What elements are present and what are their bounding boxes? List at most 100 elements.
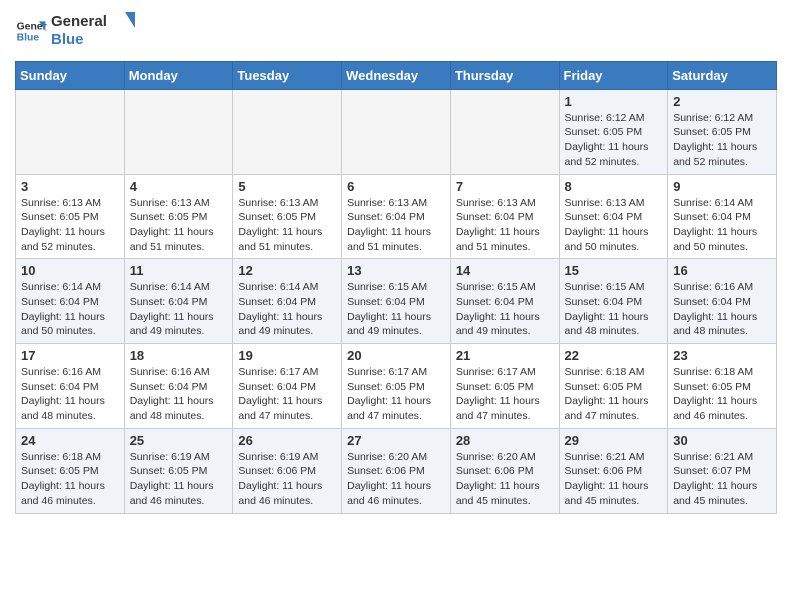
calendar-cell: 22 Sunrise: 6:18 AM Sunset: 6:05 PM Dayli…	[559, 344, 668, 429]
svg-text:Blue: Blue	[51, 31, 84, 48]
day-info: Sunrise: 6:19 AM Sunset: 6:06 PM Dayligh…	[238, 450, 336, 509]
day-info: Sunrise: 6:21 AM Sunset: 6:06 PM Dayligh…	[565, 450, 663, 509]
calendar-cell: 10Sunrise: 6:14 AM Sunset: 6:04 PM Dayli…	[16, 259, 125, 344]
day-info: Sunrise: 6:13 AM Sunset: 6:04 PM Dayligh…	[347, 196, 445, 255]
calendar-cell: 3 Sunrise: 6:13 AM Sunset: 6:05 PM Daylig…	[16, 174, 125, 259]
calendar-cell: 8 Sunrise: 6:13 AM Sunset: 6:04 PM Daylig…	[559, 174, 668, 259]
calendar-cell: 30 Sunrise: 6:21 AM Sunset: 6:07 PM Dayli…	[668, 428, 777, 513]
day-number: 22	[565, 348, 663, 363]
day-info: Sunrise: 6:18 AM Sunset: 6:05 PM Dayligh…	[565, 365, 663, 424]
day-number: 23	[673, 348, 771, 363]
day-number: 15	[565, 263, 663, 278]
calendar-day-header: Monday	[124, 61, 233, 89]
header: General Blue General Blue	[15, 10, 777, 53]
calendar-cell	[342, 89, 451, 174]
day-number: 20	[347, 348, 445, 363]
day-number: 5	[238, 179, 336, 194]
day-info: Sunrise: 6:16 AM Sunset: 6:04 PM Dayligh…	[130, 365, 228, 424]
calendar-week-row: 24 Sunrise: 6:18 AM Sunset: 6:05 PM Dayli…	[16, 428, 777, 513]
day-number: 3	[21, 179, 119, 194]
logo-text: General Blue	[51, 10, 141, 53]
calendar-cell: 18 Sunrise: 6:16 AM Sunset: 6:04 PM Dayli…	[124, 344, 233, 429]
calendar-week-row: 17 Sunrise: 6:16 AM Sunset: 6:04 PM Dayli…	[16, 344, 777, 429]
day-number: 18	[130, 348, 228, 363]
calendar-cell: 16 Sunrise: 6:16 AM Sunset: 6:04 PM Dayli…	[668, 259, 777, 344]
day-number: 12	[238, 263, 336, 278]
calendar-week-row: 10Sunrise: 6:14 AM Sunset: 6:04 PM Dayli…	[16, 259, 777, 344]
day-info: Sunrise: 6:15 AM Sunset: 6:04 PM Dayligh…	[456, 280, 554, 339]
calendar-cell: 6 Sunrise: 6:13 AM Sunset: 6:04 PM Daylig…	[342, 174, 451, 259]
day-number: 6	[347, 179, 445, 194]
day-number: 29	[565, 433, 663, 448]
calendar-cell: 25 Sunrise: 6:19 AM Sunset: 6:05 PM Dayli…	[124, 428, 233, 513]
svg-text:General: General	[51, 13, 107, 30]
calendar-cell: 9 Sunrise: 6:14 AM Sunset: 6:04 PM Daylig…	[668, 174, 777, 259]
day-number: 21	[456, 348, 554, 363]
calendar-cell: 14Sunrise: 6:15 AM Sunset: 6:04 PM Dayli…	[450, 259, 559, 344]
day-number: 16	[673, 263, 771, 278]
day-number: 25	[130, 433, 228, 448]
day-number: 8	[565, 179, 663, 194]
calendar-cell	[233, 89, 342, 174]
day-number: 30	[673, 433, 771, 448]
day-number: 19	[238, 348, 336, 363]
day-number: 28	[456, 433, 554, 448]
day-info: Sunrise: 6:19 AM Sunset: 6:05 PM Dayligh…	[130, 450, 228, 509]
day-info: Sunrise: 6:13 AM Sunset: 6:05 PM Dayligh…	[130, 196, 228, 255]
calendar-table: SundayMondayTuesdayWednesdayThursdayFrid…	[15, 61, 777, 514]
day-info: Sunrise: 6:12 AM Sunset: 6:05 PM Dayligh…	[673, 111, 771, 170]
day-info: Sunrise: 6:14 AM Sunset: 6:04 PM Dayligh…	[673, 196, 771, 255]
day-number: 7	[456, 179, 554, 194]
calendar-cell: 4Sunrise: 6:13 AM Sunset: 6:05 PM Daylig…	[124, 174, 233, 259]
calendar-day-header: Friday	[559, 61, 668, 89]
day-number: 17	[21, 348, 119, 363]
day-number: 24	[21, 433, 119, 448]
day-info: Sunrise: 6:15 AM Sunset: 6:04 PM Dayligh…	[565, 280, 663, 339]
day-info: Sunrise: 6:14 AM Sunset: 6:04 PM Dayligh…	[21, 280, 119, 339]
calendar-cell	[124, 89, 233, 174]
day-info: Sunrise: 6:17 AM Sunset: 6:05 PM Dayligh…	[347, 365, 445, 424]
calendar-cell: 1Sunrise: 6:12 AM Sunset: 6:05 PM Daylig…	[559, 89, 668, 174]
day-info: Sunrise: 6:20 AM Sunset: 6:06 PM Dayligh…	[347, 450, 445, 509]
day-info: Sunrise: 6:15 AM Sunset: 6:04 PM Dayligh…	[347, 280, 445, 339]
day-number: 11	[130, 263, 228, 278]
day-info: Sunrise: 6:14 AM Sunset: 6:04 PM Dayligh…	[130, 280, 228, 339]
page: General Blue General Blue SundayMondayTu…	[0, 0, 792, 529]
calendar-cell: 5 Sunrise: 6:13 AM Sunset: 6:05 PM Daylig…	[233, 174, 342, 259]
day-number: 9	[673, 179, 771, 194]
day-info: Sunrise: 6:13 AM Sunset: 6:05 PM Dayligh…	[21, 196, 119, 255]
day-info: Sunrise: 6:13 AM Sunset: 6:04 PM Dayligh…	[456, 196, 554, 255]
calendar-cell: 17Sunrise: 6:16 AM Sunset: 6:04 PM Dayli…	[16, 344, 125, 429]
day-info: Sunrise: 6:21 AM Sunset: 6:07 PM Dayligh…	[673, 450, 771, 509]
day-number: 2	[673, 94, 771, 109]
calendar-cell: 23 Sunrise: 6:18 AM Sunset: 6:05 PM Dayli…	[668, 344, 777, 429]
calendar-cell: 2 Sunrise: 6:12 AM Sunset: 6:05 PM Daylig…	[668, 89, 777, 174]
day-info: Sunrise: 6:13 AM Sunset: 6:04 PM Dayligh…	[565, 196, 663, 255]
calendar-cell: 28 Sunrise: 6:20 AM Sunset: 6:06 PM Dayli…	[450, 428, 559, 513]
day-info: Sunrise: 6:20 AM Sunset: 6:06 PM Dayligh…	[456, 450, 554, 509]
calendar-week-row: 3 Sunrise: 6:13 AM Sunset: 6:05 PM Daylig…	[16, 174, 777, 259]
calendar-cell: 26 Sunrise: 6:19 AM Sunset: 6:06 PM Dayli…	[233, 428, 342, 513]
day-info: Sunrise: 6:18 AM Sunset: 6:05 PM Dayligh…	[21, 450, 119, 509]
calendar-cell: 13 Sunrise: 6:15 AM Sunset: 6:04 PM Dayli…	[342, 259, 451, 344]
svg-text:Blue: Blue	[17, 33, 40, 44]
day-number: 27	[347, 433, 445, 448]
day-number: 26	[238, 433, 336, 448]
day-number: 13	[347, 263, 445, 278]
day-info: Sunrise: 6:16 AM Sunset: 6:04 PM Dayligh…	[673, 280, 771, 339]
day-info: Sunrise: 6:13 AM Sunset: 6:05 PM Dayligh…	[238, 196, 336, 255]
day-number: 1	[565, 94, 663, 109]
calendar-day-header: Tuesday	[233, 61, 342, 89]
day-info: Sunrise: 6:17 AM Sunset: 6:05 PM Dayligh…	[456, 365, 554, 424]
calendar-cell	[16, 89, 125, 174]
calendar-cell: 24 Sunrise: 6:18 AM Sunset: 6:05 PM Dayli…	[16, 428, 125, 513]
logo-icon: General Blue	[15, 15, 47, 47]
day-info: Sunrise: 6:14 AM Sunset: 6:04 PM Dayligh…	[238, 280, 336, 339]
logo: General Blue General Blue	[15, 10, 141, 53]
day-info: Sunrise: 6:18 AM Sunset: 6:05 PM Dayligh…	[673, 365, 771, 424]
calendar-cell: 21 Sunrise: 6:17 AM Sunset: 6:05 PM Dayli…	[450, 344, 559, 429]
calendar-cell: 29 Sunrise: 6:21 AM Sunset: 6:06 PM Dayli…	[559, 428, 668, 513]
calendar-day-header: Thursday	[450, 61, 559, 89]
calendar-cell: 27 Sunrise: 6:20 AM Sunset: 6:06 PM Dayli…	[342, 428, 451, 513]
calendar-cell	[450, 89, 559, 174]
